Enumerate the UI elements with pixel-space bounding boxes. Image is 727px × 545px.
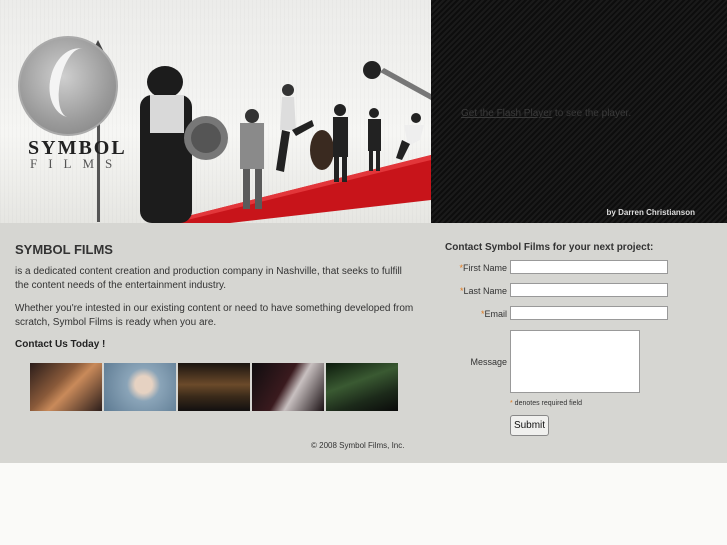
thumbnail-5[interactable] bbox=[326, 363, 398, 411]
player-byline: by Darren Christianson bbox=[606, 208, 695, 217]
intro-paragraph-1: is a dedicated content creation and prod… bbox=[15, 266, 402, 291]
first-name-input[interactable] bbox=[510, 260, 668, 274]
email-input[interactable] bbox=[510, 306, 668, 320]
thumbnail-3[interactable] bbox=[178, 363, 250, 411]
thumbnail-2[interactable] bbox=[104, 363, 176, 411]
flash-message-tail: to see the player. bbox=[552, 108, 632, 119]
message-label: Message bbox=[470, 357, 507, 367]
first-name-label: *First Name bbox=[459, 263, 507, 273]
logo-subtitle: FILMS bbox=[30, 156, 124, 171]
last-name-label: *Last Name bbox=[459, 286, 507, 296]
contact-form-title: Contact Symbol Films for your next proje… bbox=[445, 242, 654, 253]
intro-title: SYMBOL FILMS bbox=[15, 242, 113, 257]
last-name-input[interactable] bbox=[510, 283, 668, 297]
contact-us-cta: Contact Us Today ! bbox=[15, 339, 106, 350]
flash-player-message: Get the Flash Player to see the player. bbox=[461, 108, 631, 119]
hero-image: SYMBOL FILMS bbox=[0, 0, 431, 223]
thumbnail-4[interactable] bbox=[252, 363, 324, 411]
intro-section: SYMBOL FILMS is a dedicated content crea… bbox=[15, 242, 415, 350]
intro-paragraph-2: Whether you're intested in our existing … bbox=[15, 303, 414, 328]
thumbnail-strip bbox=[30, 363, 398, 411]
email-label: *Email bbox=[480, 309, 507, 319]
required-field-note: * denotes required field bbox=[510, 400, 583, 407]
message-textarea[interactable] bbox=[510, 330, 640, 393]
thumbnail-1[interactable] bbox=[30, 363, 102, 411]
submit-button[interactable]: Submit bbox=[510, 415, 549, 436]
header-banner: SYMBOL FILMS Get the Flash Player to see… bbox=[0, 0, 727, 223]
copyright-text: © 2008 Symbol Films, Inc. bbox=[311, 441, 405, 450]
get-flash-player-link[interactable]: Get the Flash Player bbox=[461, 108, 552, 119]
video-player[interactable]: Get the Flash Player to see the player. … bbox=[431, 0, 727, 223]
